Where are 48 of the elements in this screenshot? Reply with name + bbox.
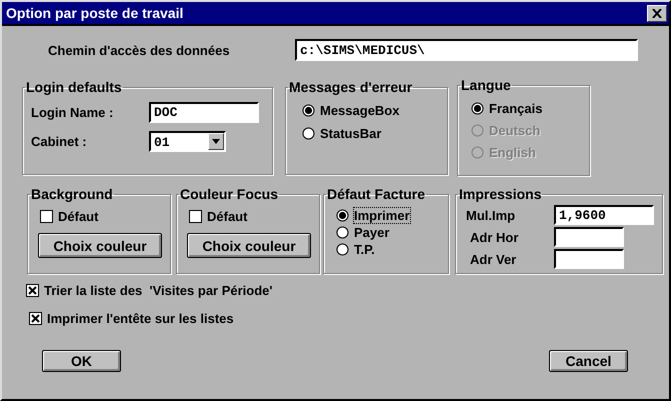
input-field[interactable] — [554, 227, 624, 247]
checkbox[interactable] — [189, 210, 202, 223]
checkbox[interactable] — [26, 284, 39, 297]
checkbox-label: Trier la liste des 'Visites par Période' — [44, 283, 272, 298]
push-button[interactable]: Choix couleur — [38, 233, 162, 258]
group-title: Background — [30, 186, 114, 202]
checkbox-label: Défaut — [58, 209, 98, 224]
window-title: Option par poste de travail — [6, 5, 184, 21]
group-title: Défaut Facture — [326, 186, 426, 202]
field-label: Chemin d'accès des données — [48, 42, 231, 58]
checkbox[interactable] — [40, 210, 53, 223]
input-field[interactable]: DOC — [149, 102, 259, 123]
push-button[interactable]: Choix couleur — [187, 233, 311, 258]
radio-label: StatusBar — [320, 126, 382, 141]
input-field[interactable]: c:\SIMS\MEDICUS\ — [295, 39, 638, 61]
radio-button[interactable] — [302, 127, 315, 140]
checkbox-label: Défaut — [207, 209, 248, 224]
group-title: Messages d'erreur — [288, 79, 414, 95]
radio-button[interactable] — [302, 104, 315, 117]
field-label: Login Name : — [31, 105, 114, 120]
close-icon — [652, 8, 662, 18]
field-label: Mul.Imp — [466, 208, 516, 222]
input-field[interactable]: 1,9600 — [554, 205, 654, 225]
radio-label: MessageBox — [320, 103, 400, 118]
radio-label: Payer — [354, 225, 390, 240]
input-field[interactable] — [554, 249, 624, 269]
group-title: Impressions — [458, 186, 542, 202]
field-label: Adr Ver — [470, 252, 518, 266]
group-title: Login defaults — [25, 79, 123, 95]
checkbox-label: Imprimer l'entête sur les listes — [47, 311, 234, 326]
push-button[interactable]: OK — [42, 350, 121, 372]
dropdown-field[interactable]: 01 — [149, 131, 226, 152]
radio-label: Français — [489, 101, 542, 116]
field-label: Adr Hor — [470, 230, 520, 244]
push-button[interactable]: Cancel — [549, 350, 628, 372]
checkbox[interactable] — [29, 312, 42, 325]
radio-button[interactable] — [336, 243, 349, 256]
radio-button[interactable] — [336, 209, 349, 222]
group-title: Langue — [460, 77, 512, 93]
close-button[interactable] — [647, 4, 667, 22]
down-arrow-icon — [212, 139, 220, 144]
field-label: Cabinet : — [31, 134, 88, 149]
radio-label: Imprimer — [354, 208, 410, 223]
radio-button[interactable] — [336, 226, 349, 239]
radio-label: T.P. — [354, 242, 375, 257]
group-title: Couleur Focus — [179, 186, 280, 202]
radio-button[interactable] — [471, 102, 484, 115]
dropdown-button[interactable] — [208, 133, 224, 150]
